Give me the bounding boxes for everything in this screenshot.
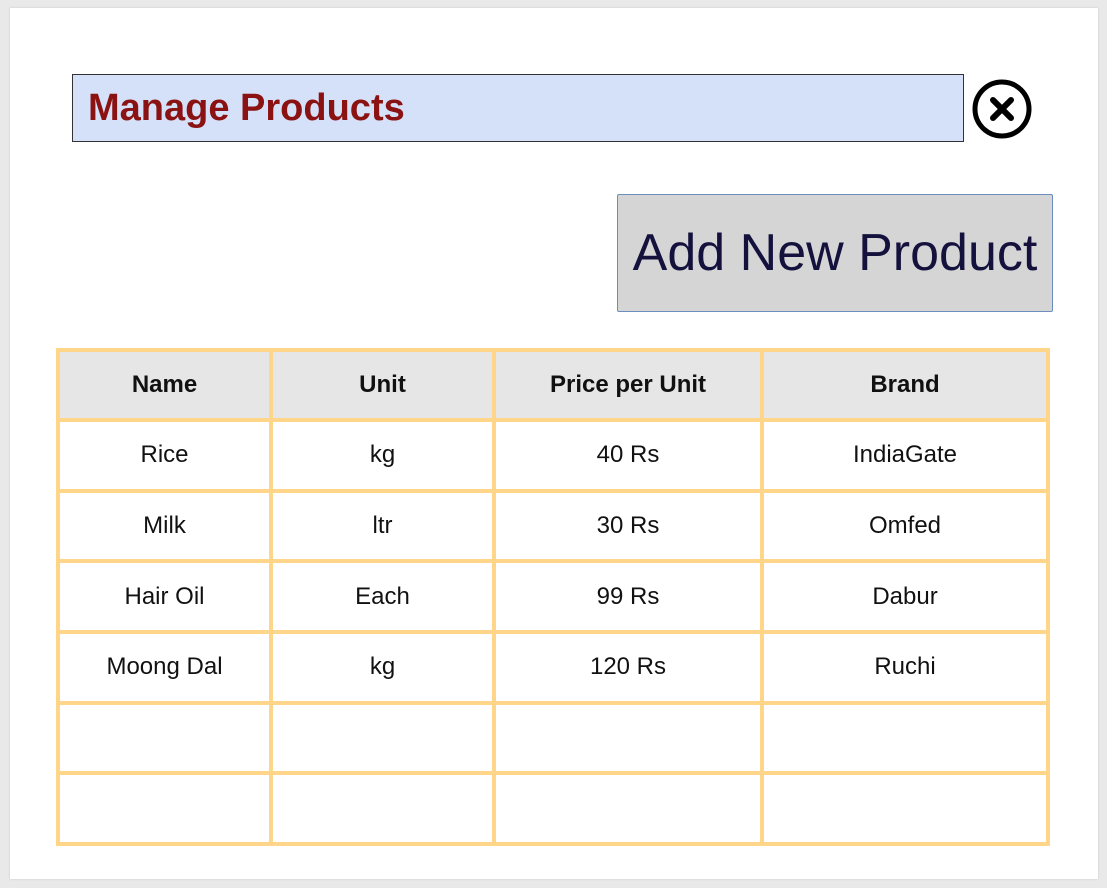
close-icon	[972, 79, 1032, 139]
cell-brand: Ruchi	[760, 629, 1050, 705]
cell-brand: Omfed	[760, 488, 1050, 564]
column-header-brand: Brand	[760, 348, 1050, 422]
cell-brand	[760, 771, 1050, 846]
table-row[interactable]: Moong Dal kg 120 Rs Ruchi	[56, 629, 1050, 705]
cell-brand: IndiaGate	[760, 418, 1050, 493]
products-table: Name Unit Price per Unit Brand Rice kg 4…	[56, 348, 1050, 846]
cell-name	[56, 771, 273, 846]
table-row[interactable]: Hair Oil Each 99 Rs Dabur	[56, 559, 1050, 634]
cell-price: 40 Rs	[492, 418, 764, 493]
cell-brand: Dabur	[760, 559, 1050, 634]
cell-name	[56, 700, 273, 776]
close-button[interactable]	[971, 78, 1033, 140]
dialog-canvas: Manage Products Add New Product Name Uni…	[10, 8, 1098, 879]
cell-unit: kg	[269, 418, 496, 493]
cell-name: Hair Oil	[56, 559, 273, 634]
cell-name: Rice	[56, 418, 273, 493]
cell-price	[492, 700, 764, 776]
column-header-unit: Unit	[269, 348, 496, 422]
column-header-name: Name	[56, 348, 273, 422]
cell-price: 99 Rs	[492, 559, 764, 634]
cell-unit	[269, 771, 496, 846]
cell-price: 120 Rs	[492, 629, 764, 705]
cell-price	[492, 771, 764, 846]
table-row-empty[interactable]	[56, 700, 1050, 776]
title-bar: Manage Products	[72, 74, 964, 142]
cell-price: 30 Rs	[492, 488, 764, 564]
cell-unit: kg	[269, 629, 496, 705]
cell-unit	[269, 700, 496, 776]
column-header-price: Price per Unit	[492, 348, 764, 422]
table-row[interactable]: Rice kg 40 Rs IndiaGate	[56, 418, 1050, 493]
table-row-empty[interactable]	[56, 771, 1050, 846]
table-row[interactable]: Milk ltr 30 Rs Omfed	[56, 488, 1050, 564]
cell-name: Milk	[56, 488, 273, 564]
cell-name: Moong Dal	[56, 629, 273, 705]
cell-unit: Each	[269, 559, 496, 634]
page-title: Manage Products	[88, 86, 405, 129]
add-new-product-button[interactable]: Add New Product	[617, 194, 1053, 312]
add-new-product-label: Add New Product	[632, 224, 1038, 282]
cell-unit: ltr	[269, 488, 496, 564]
cell-brand	[760, 700, 1050, 776]
table-header-row: Name Unit Price per Unit Brand	[56, 348, 1050, 422]
